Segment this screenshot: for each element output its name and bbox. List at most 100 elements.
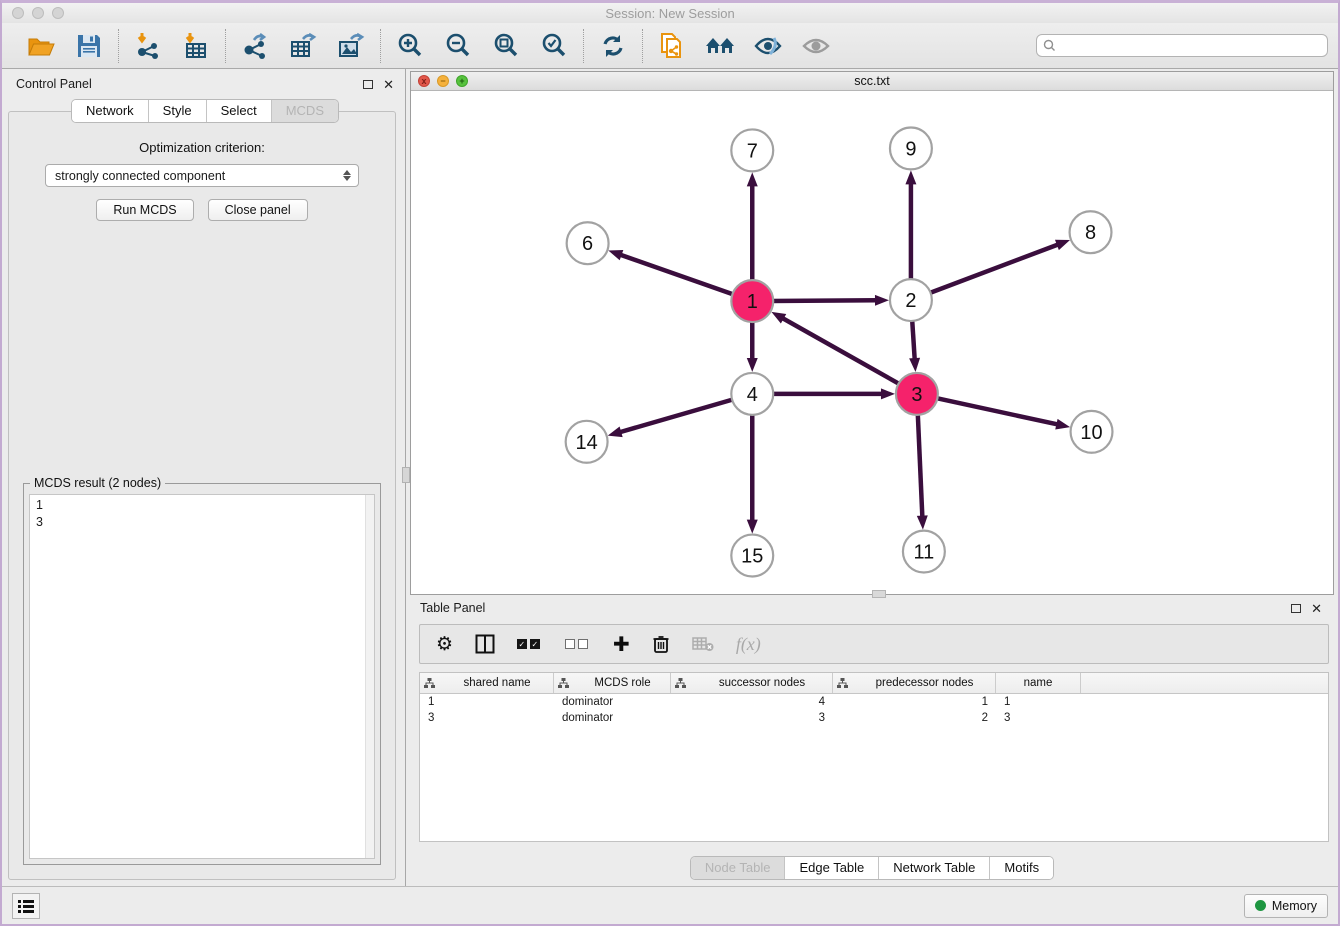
search-input[interactable]	[1060, 39, 1321, 53]
graph-edge-1-2[interactable]	[770, 300, 877, 301]
zoom-selected-button[interactable]	[538, 30, 570, 62]
zoom-in-button[interactable]	[394, 30, 426, 62]
scrollbar-track[interactable]	[365, 495, 374, 858]
column-type-icon	[837, 678, 848, 689]
trash-icon	[652, 634, 670, 654]
show-all-button[interactable]	[704, 30, 736, 62]
open-file-button[interactable]	[25, 30, 57, 62]
select-all-columns-button[interactable]	[517, 632, 543, 656]
graph-edge-2-8[interactable]	[928, 244, 1059, 294]
graph-edge-arrowhead	[771, 312, 786, 324]
cell-shared-name[interactable]: 1	[420, 694, 554, 710]
tab-network[interactable]: Network	[72, 100, 149, 122]
add-column-button[interactable]: ✚	[613, 632, 630, 656]
duplicate-network-button[interactable]	[656, 30, 688, 62]
cell-successor-nodes[interactable]: 4	[671, 694, 833, 710]
cell-name[interactable]: 3	[996, 710, 1081, 726]
mcds-result-item[interactable]: 3	[36, 514, 374, 531]
export-network-button[interactable]	[239, 30, 271, 62]
graph-edge-3-11[interactable]	[918, 412, 923, 518]
task-history-button[interactable]	[12, 893, 40, 919]
import-table-button[interactable]	[180, 30, 212, 62]
close-panel-button[interactable]: Close panel	[208, 199, 308, 221]
tab-mcds[interactable]: MCDS	[272, 100, 338, 122]
graph-node-label: 14	[576, 432, 598, 454]
export-network-icon	[241, 32, 269, 60]
tab-motifs[interactable]: Motifs	[990, 857, 1053, 879]
cell-name[interactable]: 1	[996, 694, 1081, 710]
status-bar: Memory	[2, 886, 1338, 924]
graph-node-label: 1	[747, 291, 758, 313]
export-image-icon	[337, 32, 365, 60]
export-table-button[interactable]	[287, 30, 319, 62]
column-header-name[interactable]: name	[996, 673, 1081, 693]
zoom-out-button[interactable]	[442, 30, 474, 62]
splitter-grip[interactable]	[402, 467, 410, 483]
table-toolbar: ⚙ ✚ f(x)	[419, 624, 1329, 664]
mcds-result-list[interactable]: 1 3	[29, 494, 375, 859]
graph-edge-2-3[interactable]	[912, 318, 915, 360]
hide-selected-button[interactable]	[752, 30, 784, 62]
tab-style[interactable]: Style	[149, 100, 207, 122]
cell-successor-nodes[interactable]: 3	[671, 710, 833, 726]
apply-layout-button[interactable]	[597, 30, 629, 62]
duplicate-network-icon	[658, 32, 686, 60]
delete-table-button-disabled	[692, 632, 714, 656]
delete-table-icon	[692, 636, 714, 652]
graph-edge-1-6[interactable]	[620, 254, 736, 295]
column-header-shared-name[interactable]: shared name	[420, 673, 554, 693]
graph-edge-3-1[interactable]	[782, 318, 901, 385]
cell-mcds-role[interactable]: dominator	[554, 694, 671, 710]
columns-icon	[475, 634, 495, 654]
show-hidden-button[interactable]	[800, 30, 832, 62]
deselect-all-columns-button[interactable]	[565, 632, 591, 656]
save-session-button[interactable]	[73, 30, 105, 62]
column-header-successor-nodes[interactable]: successor nodes	[671, 673, 833, 693]
import-network-button[interactable]	[132, 30, 164, 62]
show-columns-button[interactable]	[475, 632, 495, 656]
zoom-fit-button[interactable]	[490, 30, 522, 62]
search-field[interactable]	[1036, 34, 1328, 57]
column-type-icon	[424, 678, 435, 689]
tab-node-table[interactable]: Node Table	[691, 857, 786, 879]
run-mcds-button[interactable]: Run MCDS	[96, 199, 193, 221]
table-row[interactable]: 1 dominator 4 1 1	[420, 694, 1328, 710]
node-table: shared name MCDS role successor nodes	[419, 672, 1329, 842]
mcds-result-item[interactable]: 1	[36, 497, 374, 514]
tab-network-table[interactable]: Network Table	[879, 857, 990, 879]
tab-select[interactable]: Select	[207, 100, 272, 122]
network-canvas[interactable]: 7968124314101511	[411, 91, 1333, 594]
graph-edge-3-10[interactable]	[934, 398, 1058, 425]
memory-button[interactable]: Memory	[1244, 894, 1328, 918]
graph-edge-4-14[interactable]	[619, 399, 735, 432]
import-network-icon	[134, 32, 162, 60]
mcds-result-title: MCDS result (2 nodes)	[30, 476, 165, 490]
control-panel-title: Control Panel	[16, 77, 92, 91]
network-graph: 7968124314101511	[411, 91, 1333, 594]
close-table-panel-icon[interactable]: ✕	[1311, 602, 1322, 615]
delete-column-button[interactable]	[652, 632, 670, 656]
cell-predecessor-nodes[interactable]: 1	[833, 694, 996, 710]
float-panel-icon[interactable]	[363, 80, 373, 89]
table-row[interactable]: 3 dominator 3 2 3	[420, 710, 1328, 726]
network-window-titlebar[interactable]: x − + scc.txt	[411, 72, 1333, 91]
graph-node-label: 10	[1080, 422, 1102, 444]
float-table-panel-icon[interactable]	[1291, 604, 1301, 613]
network-resize-grip[interactable]	[872, 590, 886, 598]
tab-edge-table[interactable]: Edge Table	[785, 857, 879, 879]
cell-mcds-role[interactable]: dominator	[554, 710, 671, 726]
cell-predecessor-nodes[interactable]: 2	[833, 710, 996, 726]
column-header-mcds-role[interactable]: MCDS role	[554, 673, 671, 693]
table-settings-button[interactable]: ⚙	[436, 632, 453, 656]
criterion-select[interactable]: strongly connected component	[45, 164, 359, 187]
table-panel-title: Table Panel	[420, 601, 485, 615]
close-panel-icon[interactable]: ✕	[383, 78, 394, 91]
panel-splitter[interactable]	[402, 69, 410, 886]
zoom-in-icon	[396, 32, 424, 60]
eye-icon	[802, 34, 830, 58]
column-header-predecessor-nodes[interactable]: predecessor nodes	[833, 673, 996, 693]
graph-edge-arrowhead	[747, 172, 758, 186]
export-image-button[interactable]	[335, 30, 367, 62]
cell-shared-name[interactable]: 3	[420, 710, 554, 726]
column-type-icon	[675, 678, 686, 689]
